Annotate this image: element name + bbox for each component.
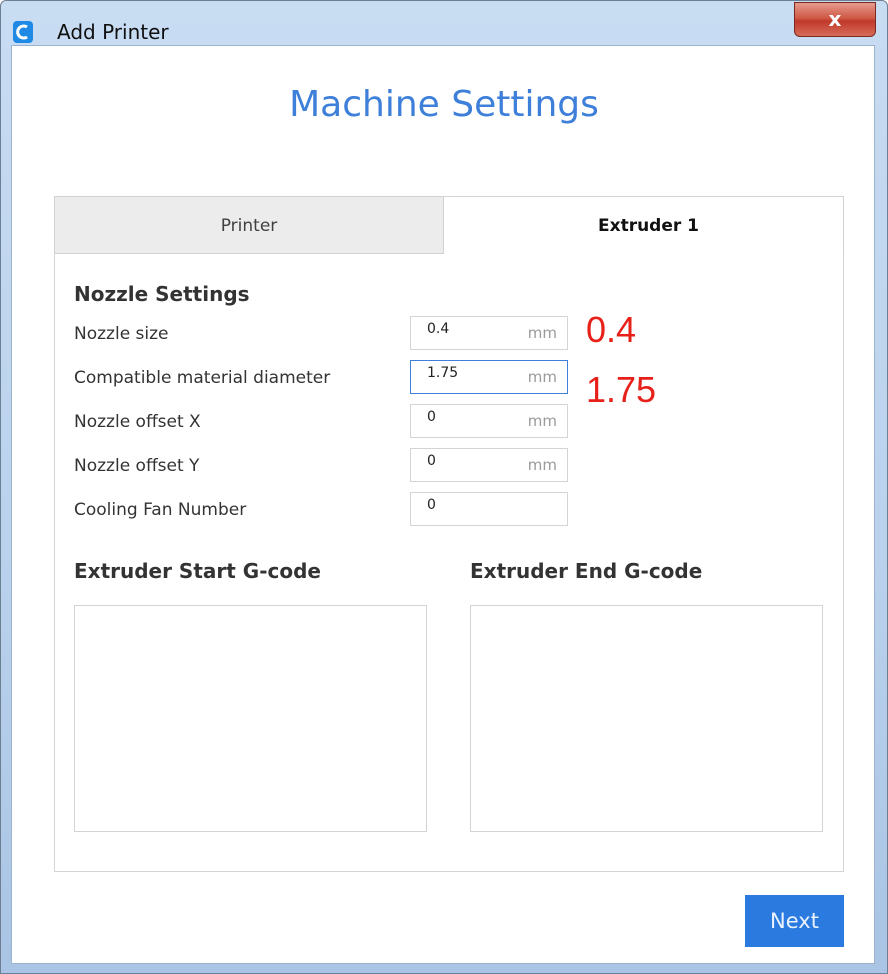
nozzle-offset-y-label: Nozzle offset Y [74,456,200,476]
material-diameter-label: Compatible material diameter [74,368,331,388]
nozzle-size-input[interactable]: 0.4 mm [410,316,568,350]
window-title: Add Printer [57,20,169,44]
nozzle-offset-y-input[interactable]: 0 mm [410,448,568,482]
tab-printer[interactable]: Printer [54,196,444,254]
nozzle-offset-y-unit: mm [527,456,557,474]
nozzle-offset-y-value: 0 [427,453,436,469]
title-bar[interactable]: Add Printer x [1,1,887,44]
nozzle-offset-x-unit: mm [527,412,557,430]
page-title: Machine Settings [289,84,599,125]
nozzle-size-label: Nozzle size [74,324,169,344]
close-icon: x [828,7,842,31]
nozzle-offset-x-value: 0 [427,409,436,425]
extruder-start-gcode-heading: Extruder Start G-code [74,559,321,583]
nozzle-settings-heading: Nozzle Settings [74,282,250,306]
nozzle-size-unit: mm [527,324,557,342]
next-button[interactable]: Next [745,895,844,947]
close-button[interactable]: x [794,2,876,37]
cooling-fan-number-input[interactable]: 0 [410,492,568,526]
extruder-end-gcode-heading: Extruder End G-code [470,559,703,583]
tab-extruder-1[interactable]: Extruder 1 [454,196,844,254]
cura-logo-icon [13,21,33,43]
material-diameter-value: 1.75 [427,365,459,381]
material-diameter-input[interactable]: 1.75 mm [410,360,568,394]
material-diameter-unit: mm [527,368,557,386]
material-diameter-annotation: 1.75 [586,369,657,410]
nozzle-offset-x-input[interactable]: 0 mm [410,404,568,438]
extruder-start-gcode-editor[interactable] [74,605,427,832]
nozzle-size-value: 0.4 [427,321,450,337]
extruder-end-gcode-editor[interactable] [470,605,823,832]
nozzle-size-annotation: 0.4 [586,309,637,350]
cooling-fan-number-value: 0 [427,497,436,513]
nozzle-offset-x-label: Nozzle offset X [74,412,201,432]
cooling-fan-number-label: Cooling Fan Number [74,500,247,520]
